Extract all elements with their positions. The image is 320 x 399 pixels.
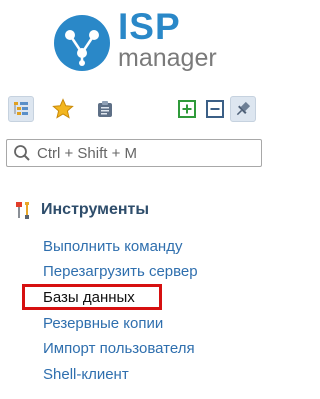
star-icon — [52, 98, 74, 119]
menu-item-databases[interactable]: Базы данных — [43, 287, 135, 309]
tree-view-icon — [14, 102, 28, 115]
menu-item-reboot-server[interactable]: Перезагрузить сервер — [43, 261, 198, 283]
favorites-button[interactable] — [50, 96, 76, 122]
pin-icon — [236, 101, 251, 116]
pin-button[interactable] — [230, 96, 256, 122]
collapse-minus-icon — [206, 100, 224, 118]
logo-mark-icon — [54, 15, 110, 71]
menu-item-backups[interactable]: Резервные копии — [43, 313, 163, 335]
tree-view-button[interactable] — [8, 96, 34, 122]
expand-plus-icon — [178, 100, 196, 118]
search-input[interactable] — [37, 144, 257, 162]
menu-search-box — [6, 139, 262, 167]
section-title: Инструменты — [41, 201, 150, 218]
menu-item-shell-client[interactable]: Shell-клиент — [43, 364, 129, 386]
clipboard-icon — [98, 101, 112, 117]
menu-item-import-user[interactable]: Импорт пользователя — [43, 338, 195, 360]
menu-item-execute-command[interactable]: Выполнить команду — [43, 236, 182, 258]
tools-icon — [16, 202, 29, 219]
clipboard-button[interactable] — [92, 96, 118, 122]
expand-all-button[interactable] — [174, 96, 200, 122]
logo-product-text: manager — [118, 44, 217, 72]
tools-section-header[interactable]: Инструменты — [13, 198, 149, 222]
sidebar-toolbar — [8, 96, 263, 124]
collapse-all-button[interactable] — [202, 96, 228, 122]
search-icon — [14, 145, 30, 161]
isp-manager-logo: ISP manager — [52, 6, 222, 77]
